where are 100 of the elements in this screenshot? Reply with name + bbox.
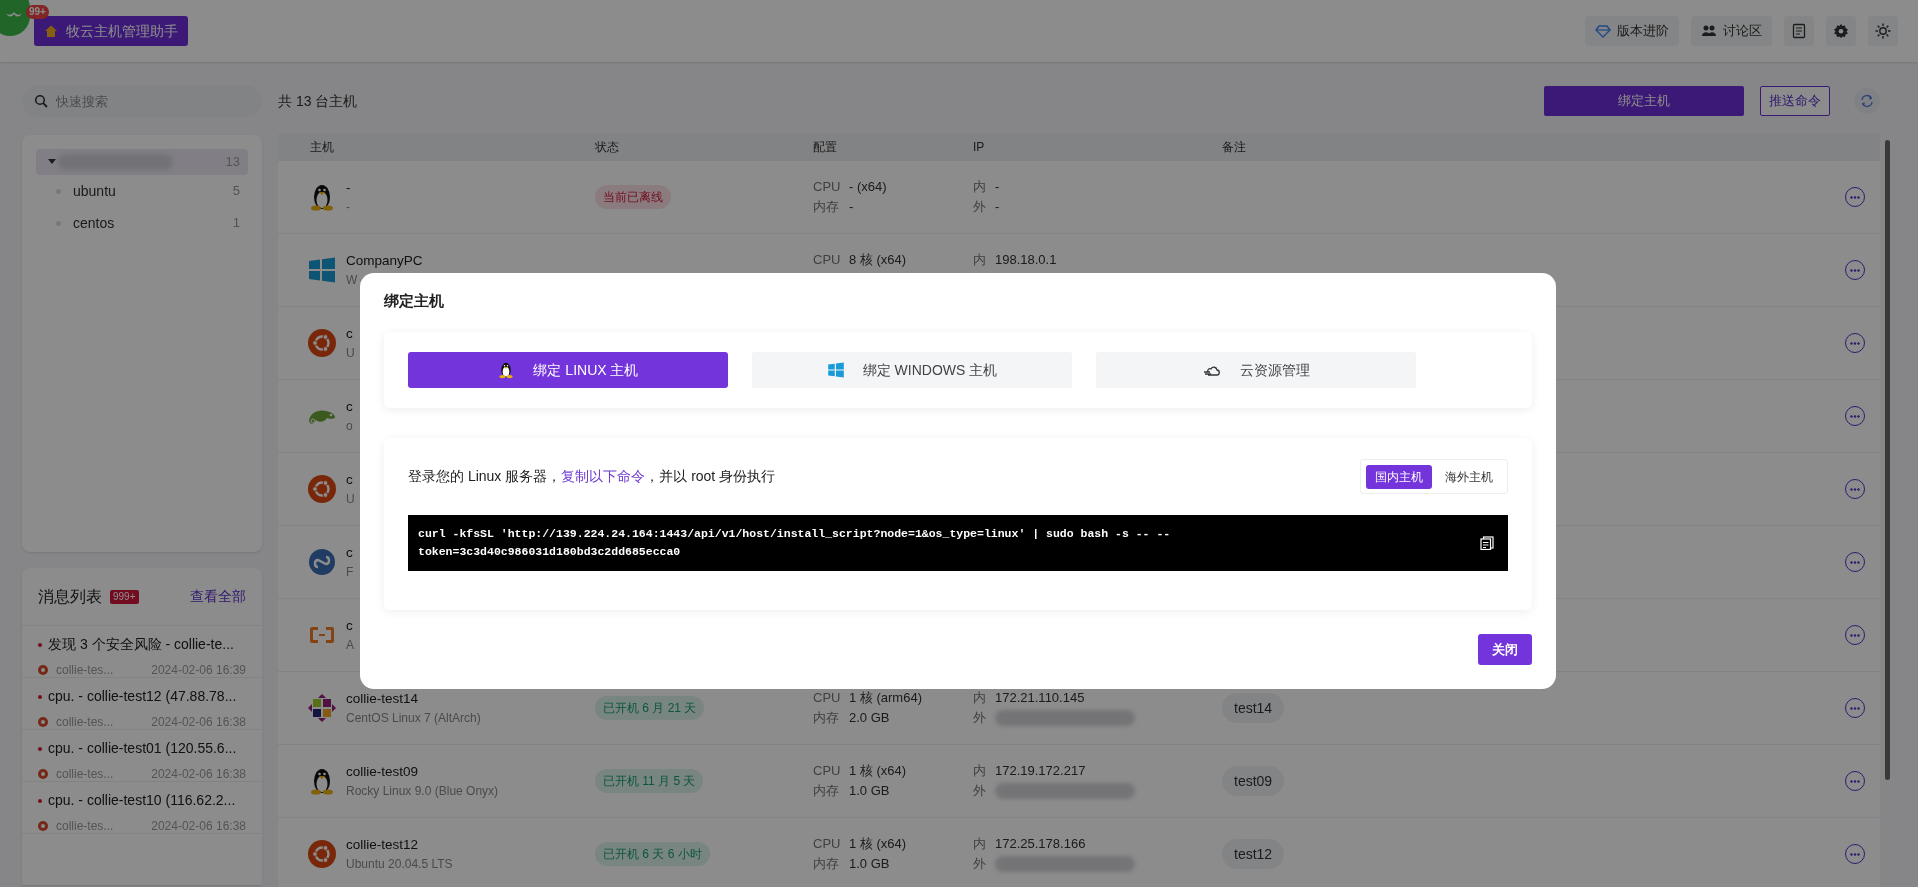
app-title-button[interactable]: 牧云主机管理助手 [34, 16, 188, 46]
close-button[interactable]: 关闭 [1478, 634, 1532, 665]
field-label: CPU [813, 835, 841, 854]
remark-tag: test14 [1222, 693, 1285, 723]
host-count: 共 13 台主机 [278, 91, 358, 111]
message-title: 发现 3 个安全风险 - collie-te... [48, 635, 234, 654]
instruction-text: 登录您的 Linux 服务器，复制以下命令，并以 root 身份执行 [408, 467, 776, 486]
copy-command-link[interactable]: 复制以下命令 [561, 468, 646, 484]
host-group-item[interactable]: centos 1 [36, 207, 248, 239]
ubuntu-logo-icon [307, 839, 337, 869]
header-link-button[interactable]: 版本进阶 [1585, 16, 1679, 46]
refresh-button[interactable] [1854, 88, 1880, 114]
push-command-button[interactable]: 推送命令 [1760, 86, 1830, 116]
message-title: cpu. - collie-test10 (116.62.2... [48, 791, 236, 810]
view-all-link[interactable]: 查看全部 [190, 586, 246, 607]
message-title: cpu. - collie-test12 (47.88.78... [48, 687, 237, 706]
caret-icon [48, 159, 56, 165]
message-host: collie-tes... [56, 818, 114, 835]
column-header: IP [973, 140, 985, 154]
message-item[interactable]: cpu. - collie-test01 (120.55.6... collie-tes... 2024-02-06 16:38 [22, 730, 262, 782]
message-host: collie-tes... [56, 766, 114, 783]
alert-icon [38, 769, 48, 779]
host-name[interactable]: collie-test09 [346, 761, 595, 783]
field-label: 内 [973, 835, 987, 854]
message-time: 2024-02-06 16:38 [151, 818, 246, 835]
host-name[interactable]: - [346, 177, 595, 199]
ip-address: 172.21.110.145 [995, 689, 1085, 708]
field-label: 内存 [813, 709, 840, 728]
os-name: W [346, 272, 359, 290]
copy-button[interactable] [1480, 535, 1496, 551]
ip-address: 172.19.172.217 [995, 762, 1086, 781]
ellipsis-icon [1850, 195, 1860, 199]
ip-address: - [995, 178, 1000, 197]
search-field[interactable]: 快速搜索 [22, 85, 262, 117]
count-badge: 999+ [110, 589, 139, 604]
field-label: 内 [973, 178, 987, 197]
ip-address: - [995, 198, 1000, 217]
field-label: 内存 [813, 855, 840, 874]
message-host: collie-tes... [56, 662, 114, 679]
region-toggle[interactable]: 海外主机 [1436, 464, 1502, 489]
host-name[interactable]: collie-test14 [346, 688, 595, 710]
status-badge: 当前已离线 [595, 185, 671, 209]
column-header: 状态 [595, 140, 619, 154]
alert-icon [38, 717, 48, 727]
column-header: 备注 [1222, 140, 1246, 154]
cpu-value: 1 核 (x64) [849, 762, 907, 781]
message-time: 2024-02-06 16:38 [151, 714, 246, 731]
message-item[interactable]: 发现 3 个安全风险 - collie-te... collie-tes... 2024-02-06 16:39 [22, 626, 262, 678]
os-name: U [346, 345, 356, 363]
host-name[interactable]: CompanyPC [346, 250, 595, 272]
ubuntu-logo-icon [307, 474, 337, 504]
memory-value: 1.0 GB [849, 855, 890, 874]
message-item[interactable]: cpu. - collie-test12 (47.88.78... collie-tes... 2024-02-06 16:38 [22, 678, 262, 730]
field-label: CPU [813, 762, 841, 781]
panel-title: 消息列表 [38, 586, 102, 607]
field-label: 外 [973, 782, 987, 801]
message-item[interactable]: cpu. - collie-test10 (116.62.2... collie-tes... 2024-02-06 16:38 [22, 782, 262, 834]
os-name: Rocky Linux 9.0 (Blue Onyx) [346, 783, 500, 801]
message-time: 2024-02-06 16:38 [151, 766, 246, 783]
alert-icon [38, 821, 48, 831]
ip-address: 198.18.0.1 [995, 251, 1057, 270]
ellipsis-icon [1850, 341, 1860, 345]
field-label: 内 [973, 762, 987, 781]
scrollbar[interactable] [1885, 140, 1890, 780]
bind-tab[interactable]: 云资源管理 [1096, 352, 1416, 388]
remark-tag: test12 [1222, 839, 1285, 869]
ellipsis-icon [1850, 487, 1860, 491]
people-icon [1701, 23, 1717, 39]
header-icon-button[interactable] [1784, 16, 1814, 46]
copy-icon [1480, 536, 1494, 550]
document-icon [1791, 23, 1807, 39]
status-badge: 已开机 11 月 5 天 [595, 769, 704, 793]
notification-badge: 99+ [26, 5, 49, 19]
status-badge: 已开机 6 天 6 小时 [595, 842, 710, 866]
host-name[interactable]: collie-test12 [346, 834, 595, 856]
message-time: 2024-02-06 16:39 [151, 662, 246, 679]
cpu-value: 8 核 (x64) [849, 251, 907, 270]
host-group-item[interactable]: ubuntu 5 [36, 175, 248, 207]
settings-icon [1833, 23, 1849, 39]
diamond-icon [1595, 23, 1611, 39]
ellipsis-icon [1850, 633, 1860, 637]
ellipsis-icon [1850, 268, 1860, 272]
os-name: o [346, 418, 354, 436]
bind-tab[interactable]: 绑定 WINDOWS 主机 [752, 352, 1072, 388]
bind-host-button[interactable]: 绑定主机 [1544, 86, 1744, 116]
ellipsis-icon [1850, 852, 1860, 856]
header-icon-button[interactable] [1826, 16, 1856, 46]
region-toggle[interactable]: 国内主机 [1366, 464, 1432, 489]
os-name: CentOS Linux 7 (AltArch) [346, 710, 482, 728]
group-name: centos [73, 213, 115, 233]
bind-tab[interactable]: 绑定 LINUX 主机 [408, 352, 728, 388]
header-icon-button[interactable] [1868, 16, 1898, 46]
field-label: 内存 [813, 198, 840, 217]
cpu-value: 1 核 (x64) [849, 835, 907, 854]
status-badge: 已开机 6 月 21 天 [595, 696, 705, 720]
memory-value: 2.0 GB [849, 709, 890, 728]
ip-address: 172.25.178.166 [995, 835, 1086, 854]
field-label: CPU [813, 689, 841, 708]
field-label: CPU [813, 251, 841, 270]
header-link-button[interactable]: 讨论区 [1691, 16, 1772, 46]
